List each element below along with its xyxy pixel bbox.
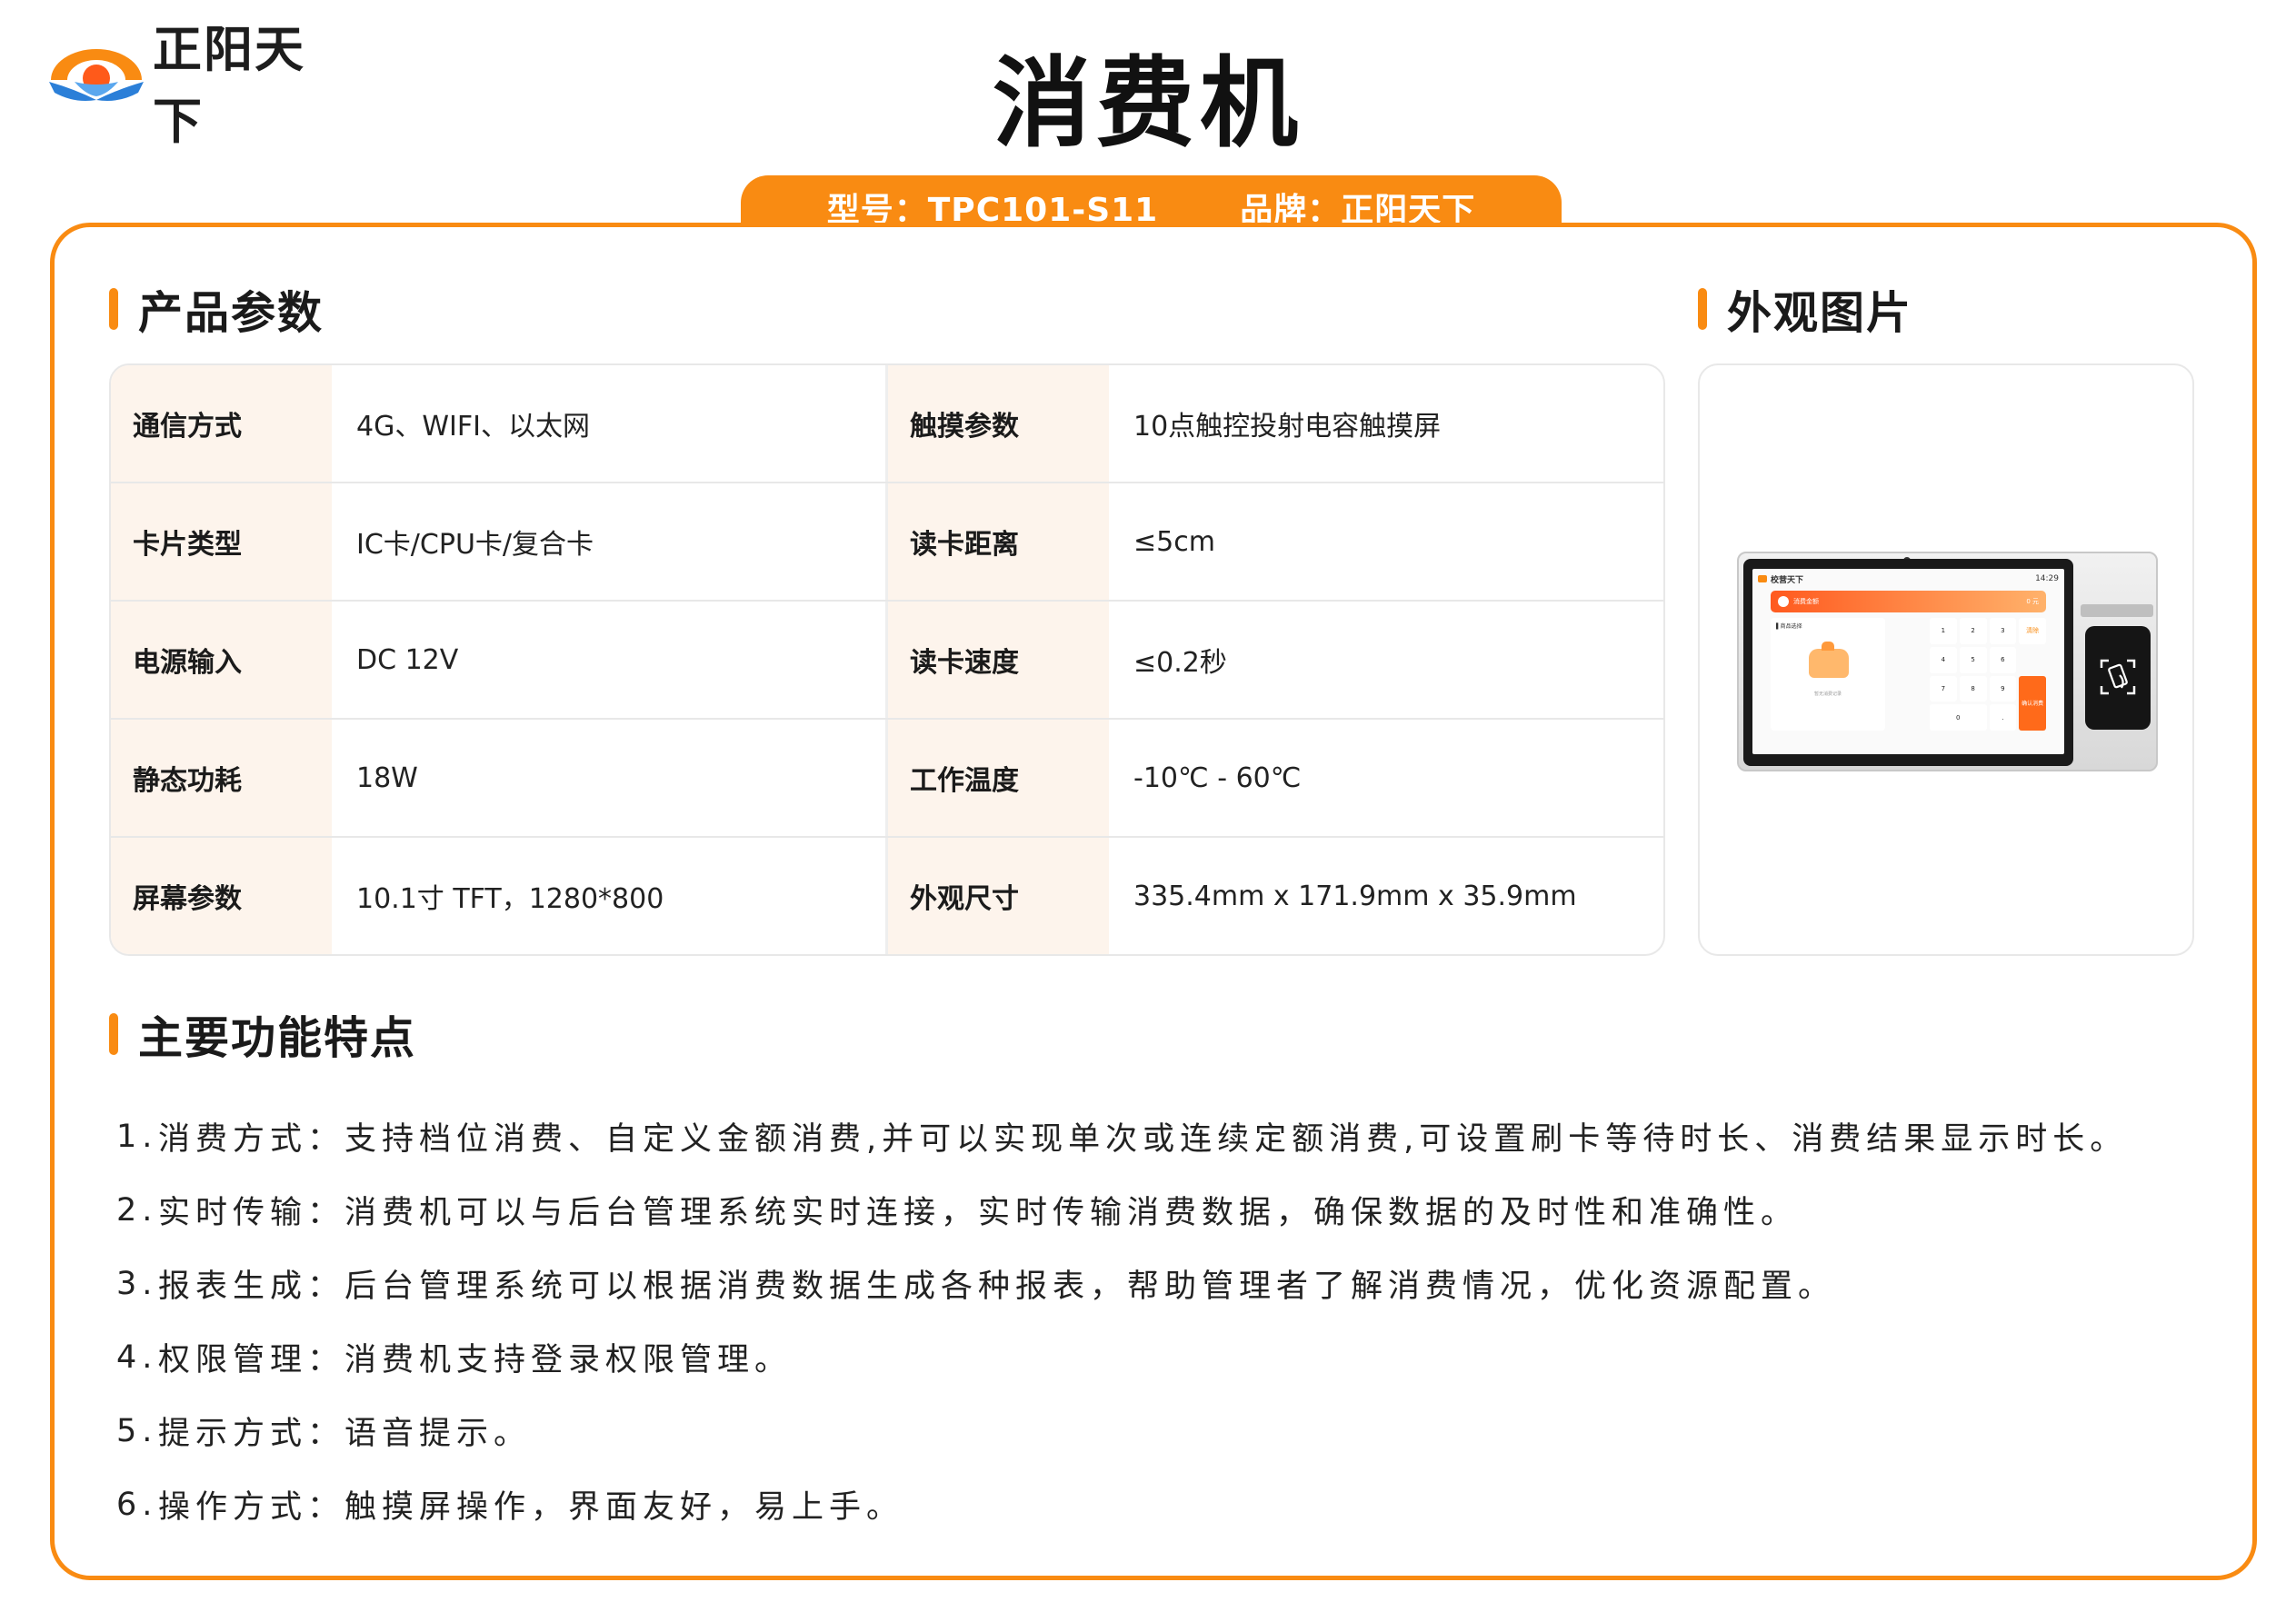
feature-list: 1. 消费方式： 支持档位消费、自定义金额消费,并可以实现单次或连续定额消费,可… bbox=[116, 1100, 2234, 1541]
device-image: 校营天下 14:29 消费金额 0 元 ▌商品选择 暂无消费记录 1 2 3 清… bbox=[1737, 552, 2158, 771]
keypad-key: 1 bbox=[1930, 618, 1957, 644]
keypad-key: 6 bbox=[1989, 646, 2017, 673]
feature-name: 报表生成： bbox=[158, 1269, 345, 1305]
feature-number: 5. bbox=[116, 1412, 158, 1449]
list-item: 1. 消费方式： 支持档位消费、自定义金额消费,并可以实现单次或连续定额消费,可… bbox=[116, 1100, 2234, 1173]
keypad-key: 8 bbox=[1959, 675, 1987, 702]
feature-number: 6. bbox=[116, 1486, 158, 1523]
list-item: 4. 权限管理： 消费机支持登录权限管理。 bbox=[116, 1320, 2234, 1394]
keypad-confirm-key: 确认消费 bbox=[2019, 675, 2046, 731]
page-title: 消费机 bbox=[992, 47, 1303, 161]
list-item: 2. 实时传输： 消费机可以与后台管理系统实时连接，实时传输消费数据，确保数据的… bbox=[116, 1173, 2234, 1247]
spec-value: -10℃ - 60℃ bbox=[1133, 761, 1302, 794]
feature-text: 消费机可以与后台管理系统实时连接，实时传输消费数据，确保数据的及时性和准确性。 bbox=[344, 1195, 1799, 1231]
screen-body: ▌商品选择 暂无消费记录 1 2 3 清除 4 5 6 7 8 9 确认消费 0… bbox=[1771, 618, 2046, 736]
spec-label: 屏幕参数 bbox=[111, 838, 334, 954]
feature-name: 消费方式： bbox=[158, 1121, 345, 1158]
heading-bar bbox=[1698, 288, 1707, 330]
spec-value: 18W bbox=[334, 720, 888, 836]
keypad-key: 4 bbox=[1930, 646, 1957, 673]
feature-text: 消费机支持登录权限管理。 bbox=[344, 1342, 793, 1378]
spec-label: 通信方式 bbox=[111, 365, 334, 482]
spec-label: 静态功耗 bbox=[111, 720, 334, 836]
screen-keypad: 1 2 3 清除 4 5 6 7 8 9 确认消费 0 . bbox=[1930, 618, 2046, 731]
table-row: 电源输入 DC 12V 读卡速度 ≤0.2秒 bbox=[111, 602, 1663, 720]
keypad-key: 2 bbox=[1959, 618, 1987, 644]
screen-amount-label-text: 消费金额 bbox=[1793, 598, 1819, 605]
table-row: 卡片类型 IC卡/CPU卡/复合卡 读卡距离 ≤5cm bbox=[111, 483, 1663, 602]
device-screen: 校营天下 14:29 消费金额 0 元 ▌商品选择 暂无消费记录 1 2 3 清… bbox=[1752, 569, 2064, 754]
device-sensor bbox=[2081, 604, 2153, 617]
coin-icon bbox=[1778, 596, 1789, 607]
heading-bar bbox=[109, 288, 118, 330]
feature-text: 支持档位消费、自定义金额消费,并可以实现单次或连续定额消费,可设置刷卡等待时长、… bbox=[344, 1121, 2128, 1158]
keypad-key: 3 bbox=[1989, 618, 2017, 644]
feature-number: 1. bbox=[116, 1118, 158, 1155]
keypad-key: 0 bbox=[1930, 704, 1987, 731]
screen-amount-label: 消费金额 bbox=[1778, 596, 1819, 607]
feature-text: 后台管理系统可以根据消费数据生成各种报表，帮助管理者了解消费情况，优化资源配置。 bbox=[344, 1269, 1836, 1305]
feature-number: 4. bbox=[116, 1338, 158, 1376]
spec-value: ≤0.2秒 bbox=[1133, 647, 1227, 679]
spec-label: 触摸参数 bbox=[888, 365, 1112, 482]
feature-name: 实时传输： bbox=[158, 1195, 345, 1231]
screen-panel-hint: 暂无消费记录 bbox=[1813, 692, 1842, 697]
spec-value: 10点触控投射电容触摸屏 bbox=[1133, 411, 1442, 443]
spec-value: ≤5cm bbox=[1133, 525, 1215, 558]
spec-label: 读卡速度 bbox=[888, 602, 1112, 718]
spec-table: 通信方式 4G、WIFI、以太网 触摸参数 10点触控投射电容触摸屏 卡片类型 … bbox=[109, 363, 1665, 956]
feature-number: 2. bbox=[116, 1191, 158, 1229]
features-heading-text: 主要功能特点 bbox=[138, 1011, 417, 1064]
screen-goods-panel: ▌商品选择 暂无消费记录 bbox=[1771, 618, 1885, 731]
screen-logo-icon bbox=[1758, 575, 1767, 582]
table-row: 静态功耗 18W 工作温度 -10℃ - 60℃ bbox=[111, 720, 1663, 838]
screen-amount-banner: 消费金额 0 元 bbox=[1771, 591, 2046, 612]
screen-panel-title: ▌商品选择 bbox=[1776, 623, 1802, 630]
params-heading: 产品参数 bbox=[109, 282, 324, 339]
keypad-clear-key: 清除 bbox=[2019, 618, 2046, 644]
spec-label: 外观尺寸 bbox=[888, 838, 1112, 954]
nfc-reader bbox=[2085, 626, 2151, 730]
list-item: 5. 提示方式： 语音提示。 bbox=[116, 1394, 2234, 1468]
spec-value: DC 12V bbox=[334, 602, 888, 718]
empty-illustration-icon bbox=[1809, 642, 1849, 678]
screen-time: 14:29 bbox=[2035, 574, 2059, 583]
table-row: 通信方式 4G、WIFI、以太网 触摸参数 10点触控投射电容触摸屏 bbox=[111, 365, 1663, 483]
screen-brand: 校营天下 bbox=[1758, 573, 1803, 585]
feature-number: 3. bbox=[116, 1265, 158, 1302]
appearance-heading-text: 外观图片 bbox=[1727, 286, 1913, 339]
keypad-key: 7 bbox=[1930, 675, 1957, 702]
params-heading-text: 产品参数 bbox=[138, 286, 324, 339]
spec-value: IC卡/CPU卡/复合卡 bbox=[334, 483, 888, 600]
screen-brand-text: 校营天下 bbox=[1771, 575, 1804, 585]
spec-label: 电源输入 bbox=[111, 602, 334, 718]
keypad-key: 9 bbox=[1989, 675, 2017, 702]
spec-label: 读卡距离 bbox=[888, 483, 1112, 600]
feature-name: 权限管理： bbox=[158, 1342, 345, 1378]
keypad-key: . bbox=[1989, 704, 2017, 731]
spec-value: 335.4mm x 171.9mm x 35.9mm bbox=[1133, 880, 1577, 912]
keypad-spacer bbox=[2019, 647, 2046, 673]
features-heading: 主要功能特点 bbox=[109, 1007, 416, 1064]
feature-name: 提示方式： bbox=[158, 1416, 345, 1452]
spec-value: 4G、WIFI、以太网 bbox=[334, 365, 888, 482]
spec-value: 10.1寸 TFT，1280*800 bbox=[334, 838, 888, 954]
appearance-heading: 外观图片 bbox=[1698, 282, 1912, 339]
product-image-card: 校营天下 14:29 消费金额 0 元 ▌商品选择 暂无消费记录 1 2 3 清… bbox=[1698, 363, 2194, 956]
keypad-key: 5 bbox=[1959, 646, 1987, 673]
nfc-icon bbox=[2100, 659, 2136, 695]
screen-topbar: 校营天下 14:29 bbox=[1752, 569, 2064, 589]
spec-label: 卡片类型 bbox=[111, 483, 334, 600]
list-item: 3. 报表生成： 后台管理系统可以根据消费数据生成各种报表，帮助管理者了解消费情… bbox=[116, 1247, 2234, 1320]
feature-name: 操作方式： bbox=[158, 1489, 345, 1526]
feature-text: 语音提示。 bbox=[344, 1416, 532, 1452]
screen-amount-value: 0 元 bbox=[2026, 598, 2039, 605]
spec-label: 工作温度 bbox=[888, 720, 1112, 836]
heading-bar bbox=[109, 1013, 118, 1055]
feature-text: 触摸屏操作，界面友好，易上手。 bbox=[344, 1489, 904, 1526]
list-item: 6. 操作方式： 触摸屏操作，界面友好，易上手。 bbox=[116, 1468, 2234, 1541]
device-bezel: 校营天下 14:29 消费金额 0 元 ▌商品选择 暂无消费记录 1 2 3 清… bbox=[1743, 559, 2073, 766]
table-row: 屏幕参数 10.1寸 TFT，1280*800 外观尺寸 335.4mm x 1… bbox=[111, 838, 1663, 954]
